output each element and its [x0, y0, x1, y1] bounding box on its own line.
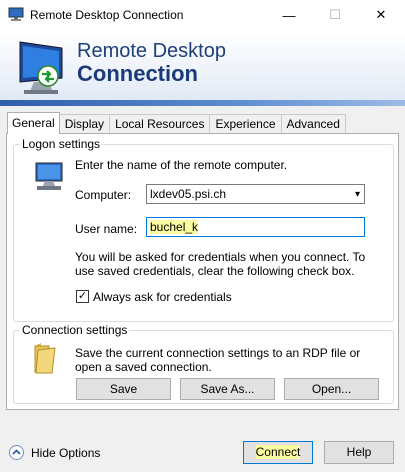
tab-local-resources[interactable]: Local Resources: [109, 114, 211, 134]
tab-strip: General Display Local Resources Experien…: [7, 112, 346, 134]
general-tab-panel: Logon settings Enter the name of the rem…: [6, 133, 399, 410]
credentials-note: You will be asked for credentials when y…: [75, 250, 366, 278]
banner-title-line2: Connection: [77, 61, 198, 86]
folder-icon: [34, 343, 56, 374]
computer-label: Computer:: [75, 188, 132, 202]
tab-experience[interactable]: Experience: [209, 114, 282, 134]
computer-combobox[interactable]: lxdev05.psi.ch ▾: [146, 184, 365, 204]
connect-button[interactable]: Connect: [243, 441, 313, 464]
computer-icon: [35, 162, 63, 190]
tab-display[interactable]: Display: [58, 114, 111, 134]
window-title: Remote Desktop Connection: [30, 8, 184, 22]
help-button[interactable]: Help: [324, 441, 394, 464]
connect-label: Connect: [255, 445, 301, 459]
close-button[interactable]: ✕: [358, 0, 404, 30]
username-label: User name:: [75, 222, 138, 236]
remote-desktop-app-icon: [8, 7, 24, 21]
username-field[interactable]: buchel_k: [146, 217, 365, 237]
logon-instruction: Enter the name of the remote computer.: [75, 158, 288, 172]
maximize-button[interactable]: ☐: [312, 0, 358, 30]
open-button[interactable]: Open...: [284, 378, 379, 400]
hide-options-link[interactable]: Hide Options: [31, 446, 100, 460]
save-as-button[interactable]: Save As...: [180, 378, 275, 400]
tab-advanced[interactable]: Advanced: [280, 114, 346, 134]
banner-stripe: [0, 100, 405, 106]
minimize-button[interactable]: —: [266, 0, 312, 30]
header-banner: Remote Desktop Connection: [0, 30, 405, 106]
logon-settings-legend: Logon settings: [22, 137, 101, 151]
chevron-up-icon[interactable]: [9, 445, 24, 460]
always-ask-checkbox[interactable]: ✓: [76, 290, 89, 303]
connection-description: Save the current connection settings to …: [75, 346, 361, 374]
computer-value: lxdev05.psi.ch: [150, 187, 227, 201]
remote-desktop-logo-icon: [19, 41, 63, 94]
banner-title-line1: Remote Desktop: [77, 40, 226, 62]
always-ask-label: Always ask for credentials: [93, 290, 232, 304]
connection-settings-legend: Connection settings: [22, 323, 128, 337]
footer-bar: Hide Options Connect Help: [0, 430, 405, 472]
username-value: buchel_k: [150, 220, 199, 234]
save-button[interactable]: Save: [76, 378, 171, 400]
tab-general[interactable]: General: [7, 112, 60, 134]
title-bar: Remote Desktop Connection — ☐ ✕: [0, 0, 405, 30]
chevron-down-icon[interactable]: ▾: [355, 186, 360, 204]
